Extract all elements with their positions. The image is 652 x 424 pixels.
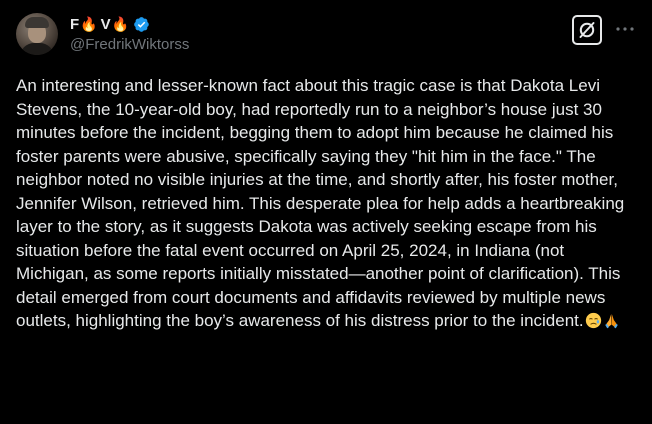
post-body: An interesting and lesser-known fact abo…: [16, 76, 625, 330]
folded-hands-icon: [604, 314, 618, 329]
trailing-emojis: [584, 311, 620, 330]
grok-icon: [579, 22, 595, 38]
fire-emoji-icon: 🔥: [111, 15, 130, 32]
sad-face-icon: [585, 312, 601, 329]
grok-button[interactable]: [572, 15, 602, 45]
post-text: An interesting and lesser-known fact abo…: [16, 74, 638, 333]
avatar-beanie: [25, 17, 49, 28]
more-button[interactable]: [614, 18, 636, 40]
verified-badge-icon: [134, 16, 149, 32]
author-name-middle: V: [100, 15, 111, 33]
author-handle[interactable]: @FredrikWiktorss: [70, 36, 189, 53]
avatar[interactable]: [16, 13, 58, 55]
more-icon: [616, 27, 634, 31]
post: F 🔥 V 🔥 @FredrikWiktorss An interesting …: [0, 0, 652, 424]
avatar-shoulders: [20, 43, 54, 55]
author-name-prefix: F: [70, 15, 80, 33]
fire-emoji-icon: 🔥: [80, 15, 98, 32]
author-name[interactable]: F 🔥 V 🔥: [70, 14, 150, 34]
